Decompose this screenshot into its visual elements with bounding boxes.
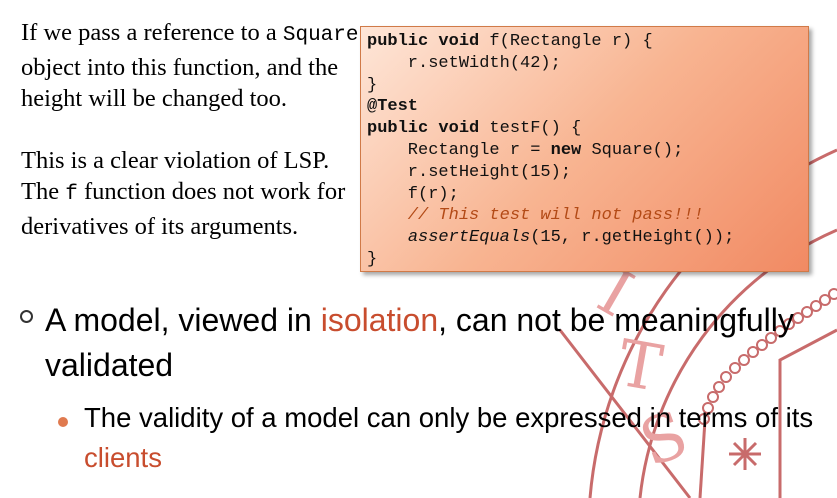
bullet2-text-before: The validity of a model can only be expr… [84, 402, 814, 433]
code-line: f(r); [367, 184, 459, 204]
code-line: } [367, 75, 378, 95]
code-line: public void f(Rectangle r) { [367, 31, 808, 53]
hollow-bullet-icon [20, 310, 33, 323]
bullet1-text-before: A model, viewed in [45, 302, 321, 338]
code-line: } [367, 249, 378, 269]
code-comment: // This test will not pass!!! [367, 206, 704, 226]
code-text: testF() { [479, 119, 582, 139]
code-line: r.setHeight(15); [367, 162, 572, 182]
code-line: r.setWidth(42); [367, 53, 561, 73]
bullet1-text: A model, viewed in isolation, can not be… [45, 298, 800, 388]
code-keyword: public void [367, 32, 480, 51]
bullet-model-validity: The validity of a model can only be expr… [58, 398, 818, 478]
description-text: If we pass a reference to a Square objec… [21, 17, 361, 242]
code-text: (15, r.getHeight()); [530, 228, 735, 248]
paragraph1-text-before: If we pass a reference to a [21, 19, 283, 46]
code-text: f(Rectangle r) { [479, 32, 653, 51]
bullet-model-isolation: A model, viewed in isolation, can not be… [20, 298, 800, 388]
code-line: public void testF() { [367, 118, 808, 140]
paragraph1-text-after: object into this function, and the heigh… [21, 53, 339, 113]
code-line: Rectangle r = new Square(); [367, 140, 808, 162]
filled-bullet-icon [58, 417, 68, 427]
code-annotation: @Test [367, 97, 419, 117]
code-keyword: public void [367, 119, 480, 139]
highlight-isolation: isolation [320, 302, 439, 338]
code-text: Rectangle r = [367, 140, 551, 160]
inline-code-square: Square [282, 24, 359, 47]
paragraph-lsp-violation: This is a clear violation of LSP. The f … [21, 145, 361, 243]
paragraph-square-reference: If we pass a reference to a Square objec… [21, 17, 361, 115]
code-text: Square(); [581, 140, 684, 160]
code-method-italic: assertEquals [407, 228, 531, 248]
code-line: assertEquals(15, r.getHeight()); [367, 227, 808, 249]
highlight-clients: clients [84, 442, 162, 473]
code-block: public void f(Rectangle r) { r.setWidth(… [360, 26, 809, 272]
code-keyword: new [550, 140, 582, 160]
inline-code-f: f [65, 183, 78, 206]
bullet2-text: The validity of a model can only be expr… [84, 398, 818, 478]
